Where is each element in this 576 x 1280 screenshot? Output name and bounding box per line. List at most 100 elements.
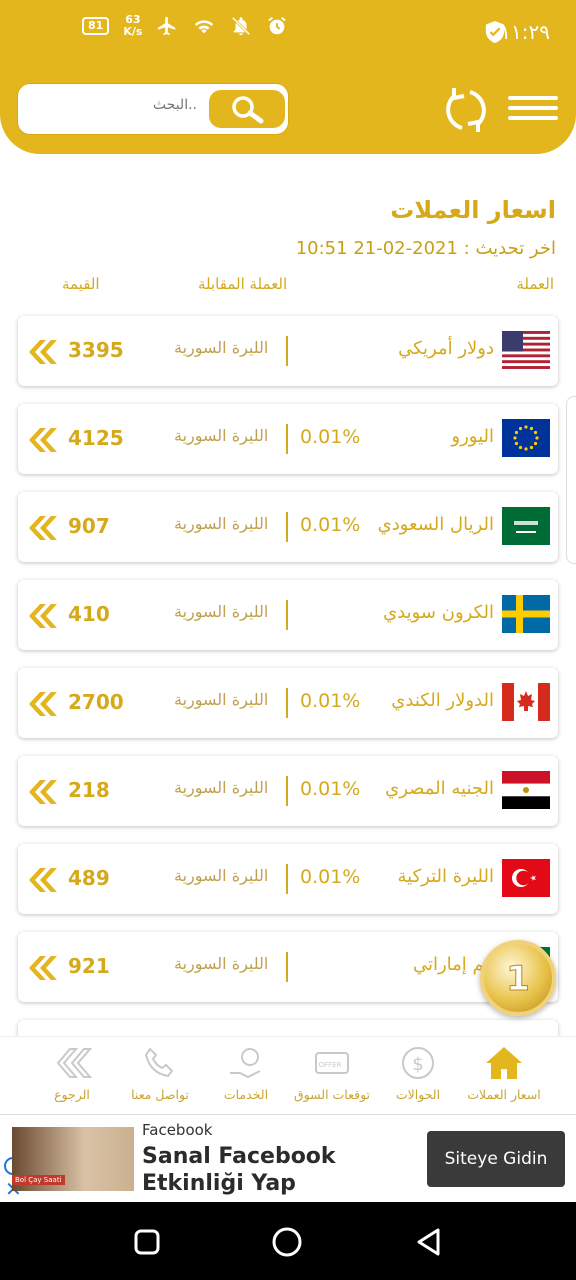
recents-icon[interactable] xyxy=(133,1228,161,1256)
currency-row[interactable]: اليورو 0.01% الليرة السورية 4125 xyxy=(18,404,558,474)
refresh-icon[interactable] xyxy=(440,86,492,134)
counter-currency: الليرة السورية xyxy=(174,602,269,621)
eu-flag-icon xyxy=(502,419,550,457)
alarm-icon xyxy=(268,17,287,35)
column-header-currency: العملة xyxy=(516,275,554,293)
transfer-icon: $ xyxy=(402,1047,434,1079)
search-box[interactable] xyxy=(18,84,288,134)
ad-image[interactable]: Bol Çay Saati xyxy=(12,1127,134,1191)
tr-flag-icon xyxy=(502,859,550,897)
row-divider xyxy=(286,336,288,366)
currency-name: الليرة التركية xyxy=(397,866,494,887)
currency-row[interactable]: الريال السعودي 0.01% الليرة السورية 907 xyxy=(18,492,558,562)
svg-text:OFFER: OFFER xyxy=(319,1061,342,1069)
eg-flag-icon xyxy=(502,771,550,809)
currency-row[interactable]: الكرون سويدي الليرة السورية 410 xyxy=(18,580,558,650)
row-divider xyxy=(286,600,288,630)
airplane-icon xyxy=(158,16,176,36)
counter-currency: الليرة السورية xyxy=(174,338,269,357)
nav-contact[interactable]: تواصل معنا xyxy=(120,1043,200,1113)
clock: ١١:٢٩ xyxy=(500,20,550,44)
change-percent: 0.01% xyxy=(300,866,361,888)
rate-value: 4125 xyxy=(68,426,124,450)
currency-name: دولار أمريكي xyxy=(398,338,494,359)
rate-value: 907 xyxy=(68,514,110,538)
ad-title: Sanal Facebook Etkinliği Yap xyxy=(142,1144,336,1196)
chevron-left-icon[interactable] xyxy=(26,778,58,806)
row-divider xyxy=(286,864,288,894)
chevron-left-icon[interactable] xyxy=(26,690,58,718)
status-bar: 81 63 K/s ١١:٢٩ xyxy=(0,0,576,64)
battery-indicator: 81 xyxy=(82,17,110,35)
page-title: اسعار العملات xyxy=(390,196,556,224)
chevron-left-icon[interactable] xyxy=(26,866,58,894)
column-header-counter: العملة المقابلة xyxy=(198,275,288,293)
counter-currency: الليرة السورية xyxy=(174,778,269,797)
search-icon xyxy=(232,96,264,124)
row-divider xyxy=(286,776,288,806)
counter-currency: الليرة السورية xyxy=(174,866,269,885)
chevron-left-icon[interactable] xyxy=(26,514,58,542)
bottom-navigation: اسعار العملات $ الحوالات OFFER توقعات ال… xyxy=(0,1036,576,1114)
last-updated: اخر تحديث : 2021-02-21 10:51 xyxy=(295,238,556,259)
nav-services[interactable]: الخدمات xyxy=(210,1043,282,1113)
svg-text:1: 1 xyxy=(506,959,530,999)
ad-source: Facebook xyxy=(142,1121,213,1139)
side-drawer-handle[interactable] xyxy=(566,396,576,564)
sa-flag-icon xyxy=(502,507,550,545)
chevron-left-icon[interactable] xyxy=(26,426,58,454)
chevron-left-icon[interactable] xyxy=(26,954,58,982)
counter-currency: الليرة السورية xyxy=(174,514,269,533)
nav-transfers[interactable]: $ الحوالات xyxy=(380,1043,456,1113)
wifi-icon xyxy=(195,20,214,34)
chevron-left-icon[interactable] xyxy=(26,338,58,366)
currency-row[interactable]: الدولار الكندي 0.01% الليرة السورية 2700 xyxy=(18,668,558,738)
row-divider xyxy=(286,688,288,718)
svg-text:$: $ xyxy=(412,1054,423,1075)
home-icon xyxy=(486,1047,522,1079)
counter-currency: الليرة السورية xyxy=(174,954,269,973)
row-divider xyxy=(286,952,288,982)
change-percent: 0.01% xyxy=(300,426,361,448)
rate-value: 2700 xyxy=(68,690,124,714)
logo-icon: 1 xyxy=(506,959,531,1000)
rate-value: 218 xyxy=(68,778,110,802)
network-speed: 63 K/s xyxy=(123,13,143,38)
back-icon xyxy=(56,1048,92,1078)
currency-name: الريال السعودي xyxy=(377,514,494,535)
rate-value: 921 xyxy=(68,954,110,978)
currency-row[interactable]: دولار أمريكي الليرة السورية 3395 xyxy=(18,316,558,386)
se-flag-icon xyxy=(502,595,550,633)
search-button[interactable] xyxy=(209,90,285,128)
search-input[interactable] xyxy=(77,97,197,113)
phone-icon xyxy=(144,1047,174,1078)
menu-button[interactable] xyxy=(508,96,558,124)
column-header-value: القيمة xyxy=(62,275,100,293)
change-percent: 0.01% xyxy=(300,778,361,800)
change-percent: 0.01% xyxy=(300,690,361,712)
currency-row[interactable]: هم إماراتي الليرة السورية 921 xyxy=(18,932,558,1002)
ad-banner[interactable]: i ✕ Bol Çay Saati Facebook Sanal Faceboo… xyxy=(0,1114,576,1202)
status-left-icons: 81 63 K/s xyxy=(82,14,288,38)
rate-value: 410 xyxy=(68,602,110,626)
nav-rates[interactable]: اسعار العملات xyxy=(462,1043,546,1113)
app-header: 81 63 K/s ١١:٢٩ xyxy=(0,0,576,154)
rate-value: 3395 xyxy=(68,338,124,362)
back-triangle-icon[interactable] xyxy=(414,1226,444,1258)
ad-cta-button[interactable]: Siteye Gidin xyxy=(427,1131,565,1187)
nav-back[interactable]: الرجوع xyxy=(40,1043,104,1113)
home-circle-icon[interactable] xyxy=(271,1226,303,1258)
offer-card-icon: OFFER xyxy=(315,1052,349,1074)
currency-row[interactable]: الجنيه المصري 0.01% الليرة السورية 218 xyxy=(18,756,558,826)
ca-flag-icon xyxy=(502,683,550,721)
row-divider xyxy=(286,424,288,454)
chevron-left-icon[interactable] xyxy=(26,602,58,630)
currency-row[interactable]: الليرة التركية 0.01% الليرة السورية 489 xyxy=(18,844,558,914)
row-divider xyxy=(286,512,288,542)
currency-name: الكرون سويدي xyxy=(383,602,494,623)
change-percent: 0.01% xyxy=(300,514,361,536)
floating-logo-badge[interactable]: 1 xyxy=(480,940,556,1016)
mute-bell-icon xyxy=(232,16,251,36)
services-icon xyxy=(230,1048,261,1079)
nav-market-forecast[interactable]: OFFER توقعات السوق xyxy=(290,1043,374,1113)
